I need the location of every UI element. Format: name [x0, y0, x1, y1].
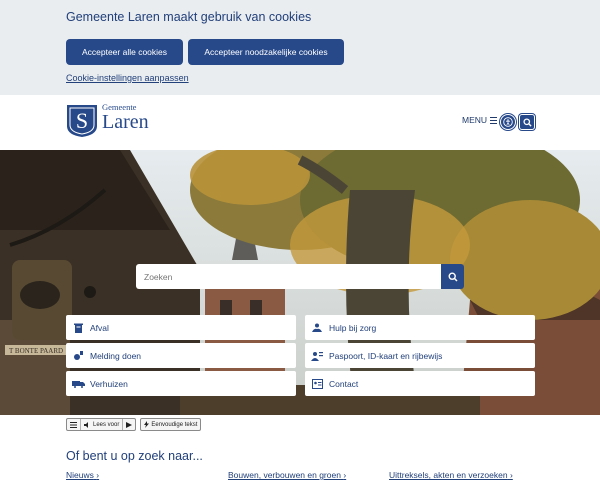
play-icon [126, 421, 133, 428]
menu-lines-icon [70, 421, 77, 428]
quicklink-label: Contact [329, 378, 359, 389]
chevron-right-icon: › [343, 470, 347, 480]
quicklink-contact[interactable]: Contact [305, 371, 535, 396]
care-hands-icon [305, 323, 329, 333]
logo-laren-text: Laren [102, 111, 149, 133]
search-icon [522, 117, 532, 127]
accessibility-icon [503, 117, 513, 127]
quicklink-label: Afval [90, 322, 109, 333]
cookie-settings-link[interactable]: Cookie-instellingen aanpassen [66, 73, 189, 83]
quicklink-label: Melding doen [90, 350, 142, 361]
header-search-button[interactable] [519, 114, 535, 130]
trash-icon [66, 323, 90, 333]
cookie-banner: Gemeente Laren maakt gebruik van cookies… [0, 0, 600, 95]
search-icon [447, 271, 458, 282]
easy-text-cell: Eenvoudige tekst [141, 419, 200, 430]
quicklink-hulp-bij-zorg[interactable]: Hulp bij zorg [305, 315, 535, 340]
link-label: Bouwen, verbouwen en groen [228, 470, 341, 480]
read-aloud-button[interactable]: Lees voor [81, 419, 124, 430]
search-submit-button[interactable] [441, 264, 464, 289]
report-icon [66, 350, 90, 361]
quicklink-melding-doen[interactable]: Melding doen [66, 343, 296, 368]
quicklink-afval[interactable]: Afval [66, 315, 296, 340]
link-label: Uittreksels, akten en verzoeken [389, 470, 508, 480]
chevron-right-icon: › [96, 470, 100, 480]
quicklink-verhuizen[interactable]: Verhuizen [66, 371, 296, 396]
quicklink-label: Verhuizen [90, 378, 128, 389]
link-nieuws[interactable]: Nieuws › [66, 470, 99, 480]
contact-icon [305, 378, 329, 389]
link-label: Nieuws [66, 470, 94, 480]
svg-text:T BONTE PAARD: T BONTE PAARD [9, 347, 63, 355]
link-uittreksels[interactable]: Uittreksels, akten en verzoeken › [389, 470, 513, 480]
menu-label: MENU [462, 115, 488, 125]
quicklink-label: Hulp bij zorg [329, 322, 377, 333]
easy-text-button[interactable]: Eenvoudige tekst [140, 418, 202, 431]
readspeaker-menu-button[interactable] [67, 419, 81, 430]
menu-button[interactable]: MENU [462, 115, 498, 125]
link-bouwen[interactable]: Bouwen, verbouwen en groen › [228, 470, 346, 480]
play-button[interactable] [123, 419, 135, 430]
laren-logo-icon[interactable]: S [66, 104, 98, 138]
readspeaker-player: Lees voor [66, 418, 137, 431]
passport-icon [305, 351, 329, 361]
accept-all-cookies-button[interactable]: Accepteer alle cookies [66, 39, 183, 65]
hamburger-icon [490, 116, 498, 124]
accessibility-button[interactable] [500, 114, 516, 130]
quicklink-label: Paspoort, ID-kaart en rijbewijs [329, 350, 443, 361]
moving-truck-icon [66, 379, 90, 388]
search-input[interactable] [136, 264, 441, 289]
cookie-title: Gemeente Laren maakt gebruik van cookies [66, 10, 312, 24]
easy-text-label: Eenvoudige tekst [151, 421, 198, 428]
lightning-icon [144, 421, 150, 428]
read-aloud-label: Lees voor [93, 421, 120, 428]
svg-text:S: S [76, 108, 88, 133]
section-title: Of bent u op zoek naar... [66, 449, 203, 463]
chevron-right-icon: › [509, 470, 513, 480]
speaker-icon [84, 421, 88, 428]
accept-necessary-cookies-button[interactable]: Accepteer noodzakelijke cookies [188, 39, 344, 65]
readspeaker-toolbar: Lees voor Eenvoudige tekst [66, 418, 202, 431]
quicklink-paspoort[interactable]: Paspoort, ID-kaart en rijbewijs [305, 343, 535, 368]
